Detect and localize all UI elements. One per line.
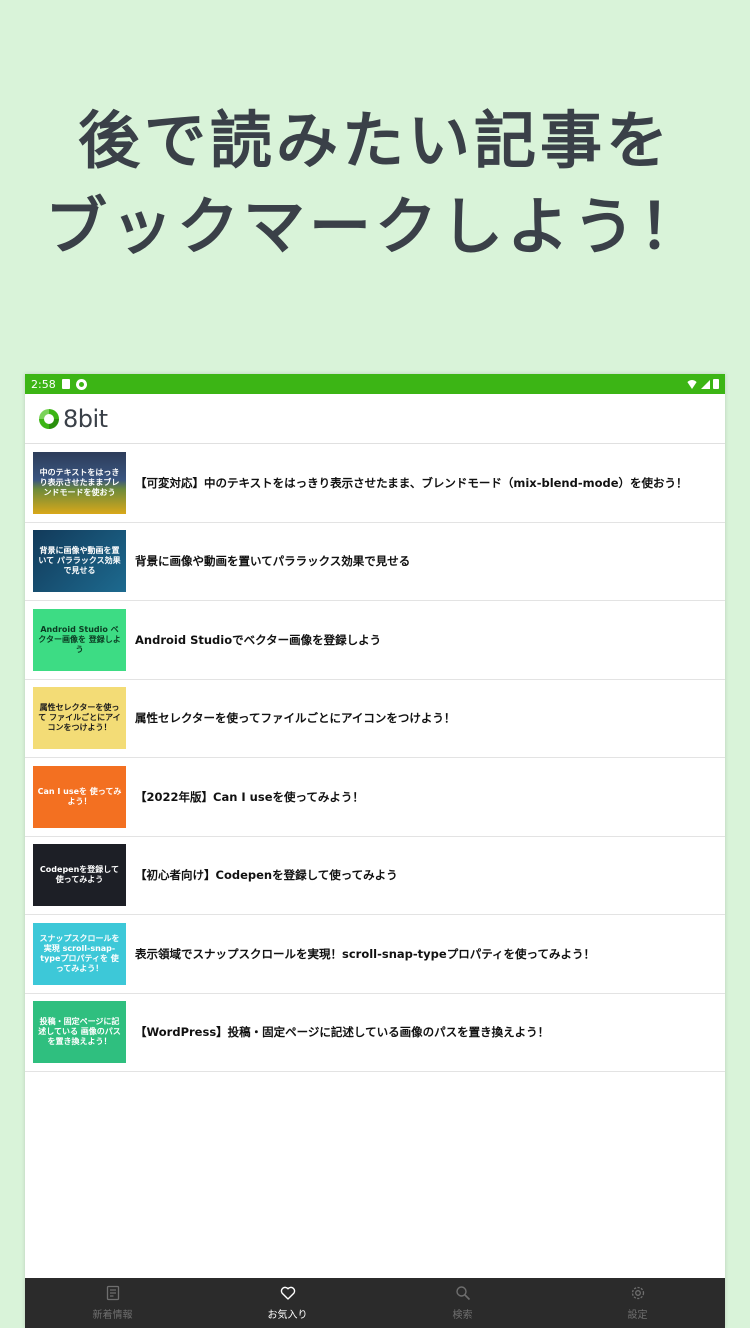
article-title: 【WordPress】投稿・固定ページに記述している画像のパスを置き換えよう！	[135, 1025, 550, 1040]
battery-icon	[713, 379, 719, 389]
article-title: 【可変対応】中のテキストをはっきり表示させたまま、ブレンドモード（mix-ble…	[135, 475, 688, 490]
article-thumbnail: Codepenを登録して使ってみよう	[33, 844, 126, 907]
article-icon	[106, 1285, 119, 1301]
wifi-icon	[686, 379, 698, 389]
thumbnail-text: 属性セレクターを使って ファイルごとにアイコンをつけよう！	[38, 703, 121, 733]
search-icon	[455, 1286, 470, 1301]
bookmark-list: 中のテキストをはっきり表示させたままブレンドモードを使おう 【可変対応】中のテキ…	[25, 444, 725, 1072]
nav-item-search[interactable]: 検索	[375, 1278, 550, 1328]
list-item[interactable]: Codepenを登録して使ってみよう 【初心者向け】Codepenを登録して使っ…	[25, 837, 725, 915]
logo[interactable]: 8bit	[37, 405, 108, 433]
list-item[interactable]: 背景に画像や動画を置いて パララックス効果で見せる 背景に画像や動画を置いてパラ…	[25, 523, 725, 601]
article-title: 背景に画像や動画を置いてパララックス効果で見せる	[135, 554, 411, 569]
heart-icon	[280, 1286, 295, 1300]
thumbnail-text: スナップスクロールを実現 scroll-snap-typeプロパティを 使ってみ…	[39, 933, 120, 973]
article-thumbnail: 中のテキストをはっきり表示させたままブレンドモードを使おう	[33, 451, 126, 514]
thumbnail-text: Codepenを登録して使ってみよう	[39, 865, 120, 885]
app-notification-icon	[75, 378, 87, 390]
logo-text: 8bit	[63, 404, 108, 433]
promo-line-1: 後で読みたい記事を	[77, 104, 672, 177]
article-title: 表示領域でスナップスクロールを実現！scroll-snap-typeプロパティを…	[135, 946, 595, 961]
article-title: 属性セレクターを使ってファイルごとにアイコンをつけよう！	[135, 711, 456, 726]
bottom-navigation: 新着情報 お気入り 検索 設定	[25, 1278, 725, 1328]
list-item[interactable]: 中のテキストをはっきり表示させたままブレンドモードを使おう 【可変対応】中のテキ…	[25, 444, 725, 523]
status-bar: 2:58	[25, 374, 725, 394]
article-thumbnail: スナップスクロールを実現 scroll-snap-typeプロパティを 使ってみ…	[33, 922, 126, 985]
nav-label: お気入り	[267, 1310, 308, 1321]
article-thumbnail: 投稿・固定ページに記述している 画像のパスを置き換えよう！	[33, 1001, 126, 1064]
article-thumbnail: Android Studio ベクター画像を 登録しよう	[33, 608, 126, 671]
gear-icon	[631, 1286, 644, 1300]
thumbnail-text: 中のテキストをはっきり表示させたままブレンドモードを使おう	[39, 467, 120, 497]
nav-label: 設定	[627, 1310, 648, 1321]
app-bar: 8bit	[25, 394, 725, 444]
article-thumbnail: Can I useを 使ってみよう！	[33, 765, 126, 828]
nav-item-new[interactable]: 新着情報	[25, 1278, 200, 1328]
promo-headline: 後で読みたい記事を ブックマークしよう！	[0, 98, 750, 270]
article-thumbnail: 背景に画像や動画を置いて パララックス効果で見せる	[33, 530, 126, 593]
nav-label: 新着情報	[92, 1310, 133, 1321]
promo-line-2: ブックマークしよう！	[44, 190, 705, 263]
phone-screen: 2:58 8bit 中のテキストをはっきり表示させたままブレンドモードを使おう	[25, 374, 725, 1328]
nav-label: 検索	[452, 1310, 473, 1321]
article-title: Android Studioでベクター画像を登録しよう	[135, 632, 382, 647]
article-title: 【2022年版】Can I useを使ってみよう！	[135, 789, 364, 804]
status-time: 2:58	[31, 377, 56, 391]
thumbnail-text: Android Studio ベクター画像を 登録しよう	[38, 624, 121, 654]
logo-mark-icon	[39, 408, 59, 429]
list-item[interactable]: Can I useを 使ってみよう！ 【2022年版】Can I useを使って…	[25, 758, 725, 837]
list-item[interactable]: スナップスクロールを実現 scroll-snap-typeプロパティを 使ってみ…	[25, 915, 725, 994]
nav-item-settings[interactable]: 設定	[550, 1278, 725, 1328]
nav-item-favorites[interactable]: お気入り	[200, 1278, 375, 1328]
article-title: 【初心者向け】Codepenを登録して使ってみよう	[135, 868, 398, 883]
list-item[interactable]: 属性セレクターを使って ファイルごとにアイコンをつけよう！ 属性セレクターを使っ…	[25, 680, 725, 758]
list-item[interactable]: Android Studio ベクター画像を 登録しよう Android Stu…	[25, 601, 725, 680]
sim-card-icon	[61, 379, 70, 389]
thumbnail-text: 投稿・固定ページに記述している 画像のパスを置き換えよう！	[38, 1017, 121, 1047]
thumbnail-text: Can I useを 使ってみよう！	[37, 786, 122, 806]
thumbnail-text: 背景に画像や動画を置いて パララックス効果で見せる	[38, 546, 121, 576]
article-thumbnail: 属性セレクターを使って ファイルごとにアイコンをつけよう！	[33, 687, 126, 750]
signal-icon	[701, 379, 710, 389]
list-item[interactable]: 投稿・固定ページに記述している 画像のパスを置き換えよう！ 【WordPress…	[25, 994, 725, 1072]
